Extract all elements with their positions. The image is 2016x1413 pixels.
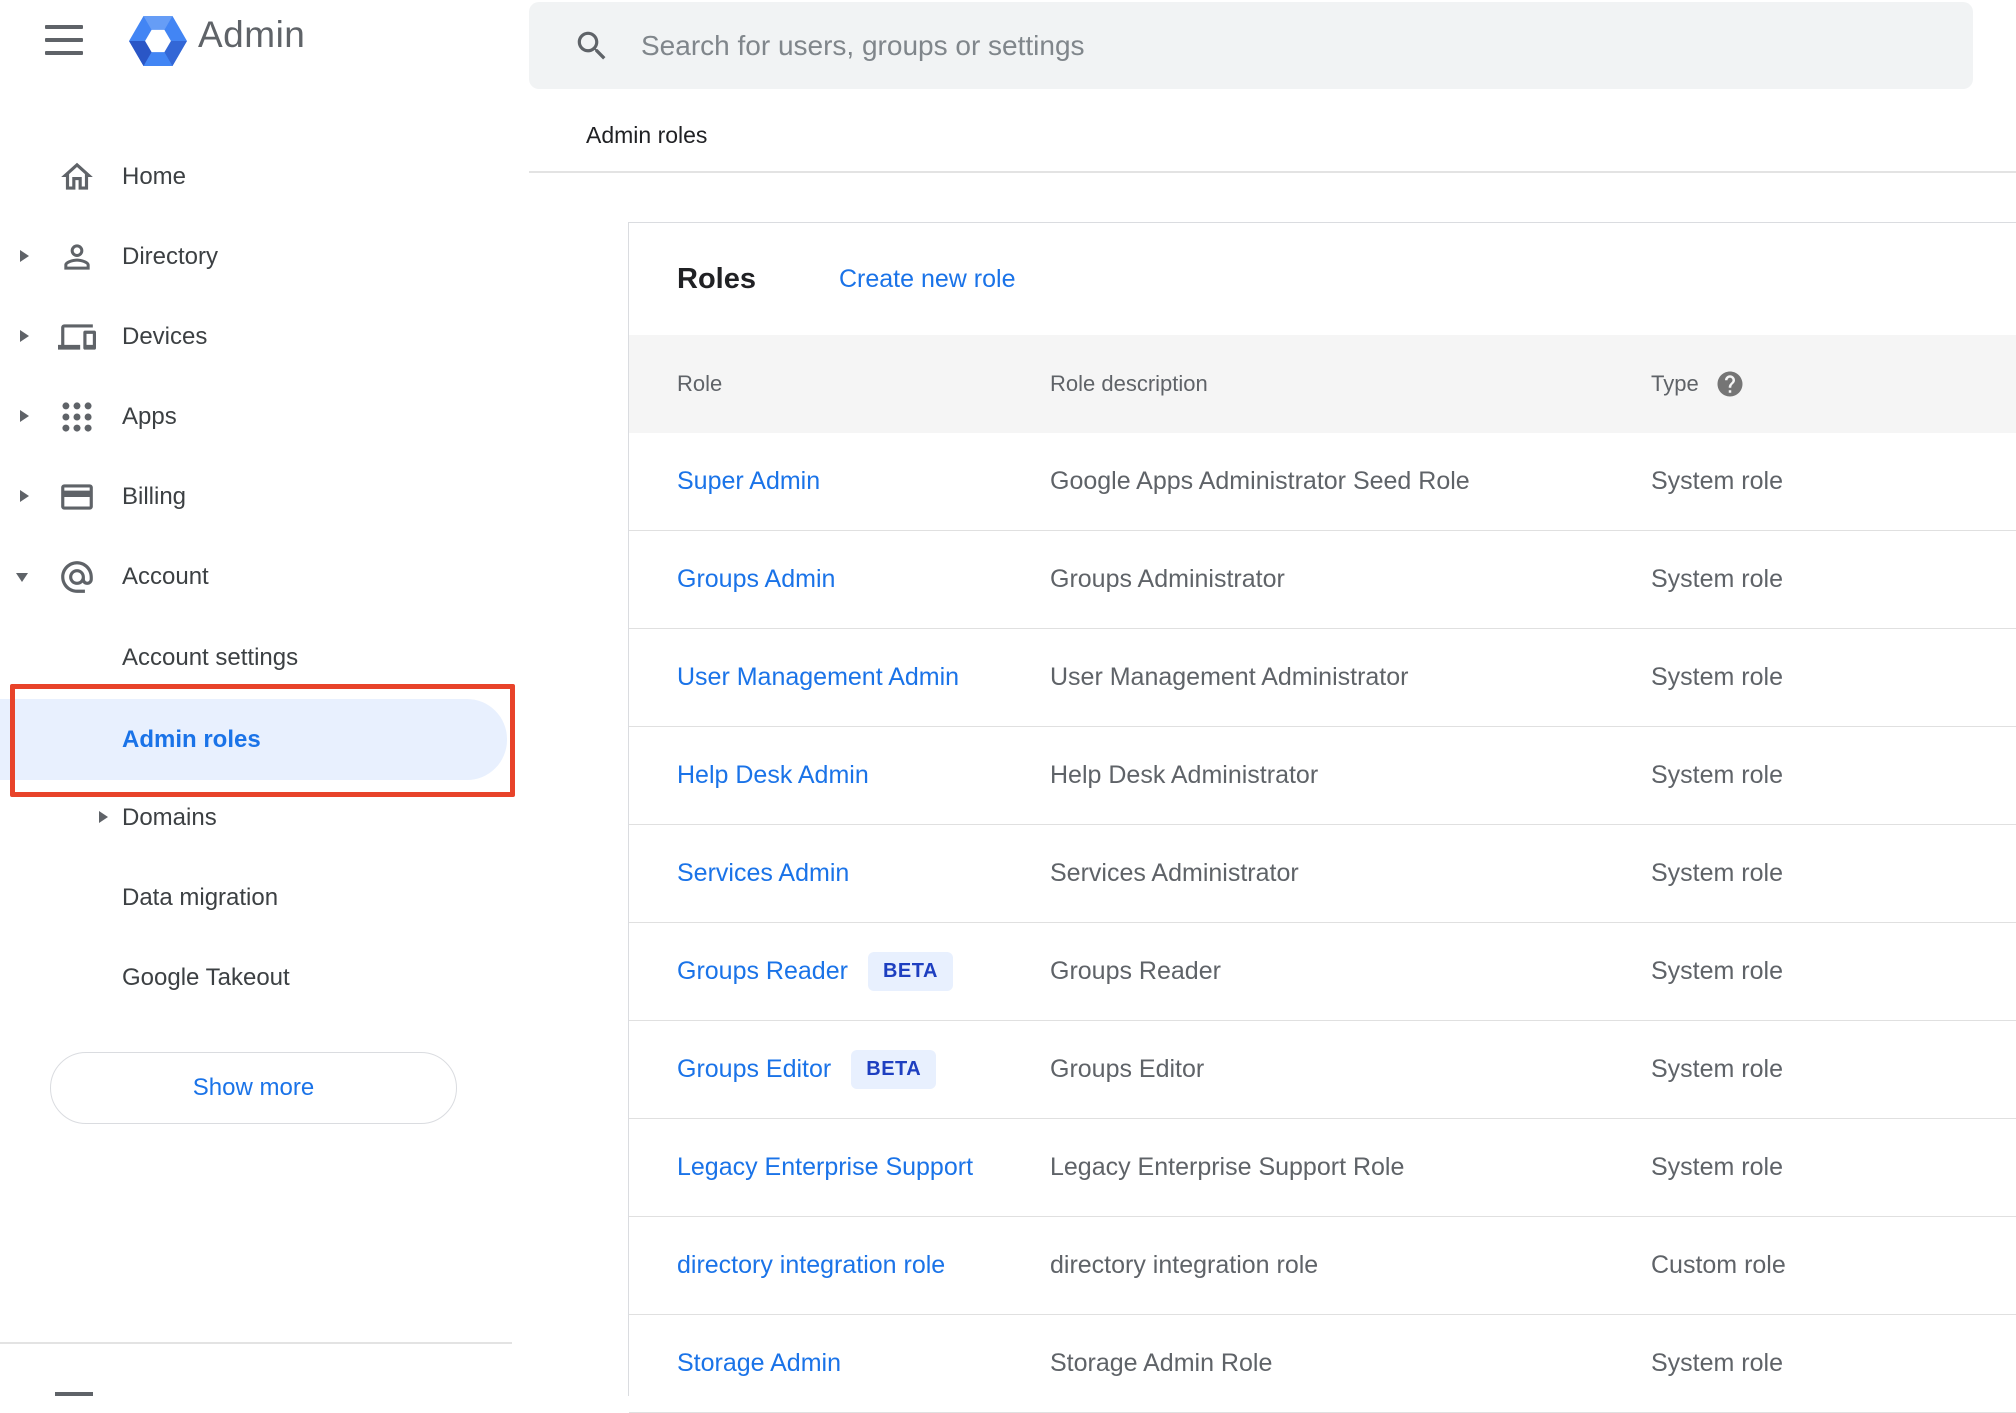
sidebar-divider	[0, 1342, 512, 1344]
sidebar-item-label: Directory	[122, 243, 219, 270]
search-input[interactable]	[641, 2, 1941, 89]
role-link[interactable]: Storage Admin	[677, 1349, 841, 1378]
cutoff-nav-icon	[55, 1392, 93, 1396]
admin-logo-icon	[129, 15, 187, 67]
role-description: Services Administrator	[1050, 859, 1299, 887]
role-link[interactable]: Groups Admin	[677, 565, 835, 594]
sidebar-item-label: Home	[122, 163, 187, 190]
create-new-role-link[interactable]: Create new role	[839, 223, 1015, 335]
sidebar-item-domains[interactable]: Domains	[0, 778, 512, 858]
column-header-role: Role	[677, 371, 723, 396]
sidebar-item-data-migration[interactable]: Data migration	[0, 858, 512, 938]
role-type: System role	[1651, 565, 1783, 593]
role-description: Groups Administrator	[1050, 565, 1285, 593]
sidebar-item-label: Admin roles	[122, 726, 261, 753]
sidebar-item-google-takeout[interactable]: Google Takeout	[0, 938, 512, 1018]
breadcrumb-divider	[529, 171, 2016, 173]
chevron-right-icon[interactable]	[20, 330, 29, 342]
sidebar-item-home[interactable]: Home	[0, 137, 512, 217]
role-type: System role	[1651, 467, 1783, 495]
chevron-right-icon[interactable]	[20, 410, 29, 422]
devices-icon	[58, 324, 96, 350]
sidebar-item-label: Account	[122, 563, 209, 590]
table-row: Groups Editor BETA Groups Editor System …	[629, 1021, 2016, 1119]
breadcrumb: Admin roles	[586, 122, 708, 148]
sidebar-item-account[interactable]: Account	[0, 537, 512, 617]
sidebar-item-apps[interactable]: Apps	[0, 377, 512, 457]
role-description: Legacy Enterprise Support Role	[1050, 1153, 1405, 1181]
chevron-right-icon[interactable]	[20, 250, 29, 262]
column-header-type: Type	[1651, 371, 1699, 396]
role-description: directory integration role	[1050, 1251, 1319, 1279]
sidebar: Admin Home Directory Devices Apps Billin…	[0, 0, 515, 1396]
roles-card-header: Roles Create new role	[629, 223, 2016, 335]
sidebar-item-account-settings[interactable]: Account settings	[0, 618, 512, 698]
table-header-row: Role Role description Type	[629, 335, 2016, 433]
role-description: Google Apps Administrator Seed Role	[1050, 467, 1470, 495]
apps-grid-icon	[62, 402, 92, 432]
role-type: Custom role	[1651, 1251, 1786, 1279]
table-row: Groups Reader BETA Groups Reader System …	[629, 923, 2016, 1021]
role-description: Help Desk Administrator	[1050, 761, 1319, 789]
table-row: Help Desk Admin Help Desk Administrator …	[629, 727, 2016, 825]
role-type: System role	[1651, 663, 1783, 691]
sidebar-item-billing[interactable]: Billing	[0, 457, 512, 537]
role-description: Groups Editor	[1050, 1055, 1205, 1083]
card-title: Roles	[677, 263, 756, 295]
role-type: System role	[1651, 859, 1783, 887]
role-description: User Management Administrator	[1050, 663, 1409, 691]
role-link[interactable]: directory integration role	[677, 1251, 945, 1280]
role-type: System role	[1651, 1153, 1783, 1181]
beta-badge: BETA	[867, 952, 953, 991]
role-link[interactable]: Groups Reader	[677, 957, 848, 986]
at-sign-icon	[61, 561, 93, 593]
role-type: System role	[1651, 1055, 1783, 1083]
menu-icon[interactable]	[45, 22, 83, 58]
role-type: System role	[1651, 1349, 1783, 1377]
help-icon[interactable]	[1715, 369, 1745, 399]
table-row: Super Admin Google Apps Administrator Se…	[629, 433, 2016, 531]
role-link[interactable]: Services Admin	[677, 859, 849, 888]
sidebar-item-devices[interactable]: Devices	[0, 297, 512, 377]
role-link[interactable]: Help Desk Admin	[677, 761, 869, 790]
roles-card: Roles Create new role Role Role descript…	[628, 222, 2016, 1413]
table-row: User Management Admin User Management Ad…	[629, 629, 2016, 727]
role-link[interactable]: Legacy Enterprise Support	[677, 1153, 973, 1182]
app-title: Admin	[198, 14, 306, 55]
sidebar-item-label: Devices	[122, 323, 208, 350]
column-header-role-description: Role description	[1050, 371, 1208, 396]
sidebar-item-label: Account settings	[122, 644, 299, 671]
chevron-right-icon[interactable]	[20, 490, 29, 502]
credit-card-icon	[61, 484, 93, 510]
role-link[interactable]: Super Admin	[677, 467, 820, 496]
table-row: Legacy Enterprise Support Legacy Enterpr…	[629, 1119, 2016, 1217]
sidebar-item-label: Google Takeout	[122, 964, 290, 991]
beta-badge: BETA	[851, 1050, 937, 1089]
table-row: Groups Admin Groups Administrator System…	[629, 531, 2016, 629]
search-bar	[529, 2, 1973, 89]
chevron-down-icon[interactable]	[16, 573, 28, 582]
person-icon	[64, 244, 90, 270]
show-more-button[interactable]: Show more	[50, 1052, 457, 1124]
sidebar-item-admin-roles[interactable]: Admin roles	[0, 699, 507, 780]
table-row: directory integration role directory int…	[629, 1217, 2016, 1315]
sidebar-item-label: Data migration	[122, 884, 279, 911]
sidebar-item-label: Apps	[122, 403, 177, 430]
table-row: Storage Admin Storage Admin Role System …	[629, 1315, 2016, 1413]
search-icon	[577, 31, 606, 60]
table-body: Super Admin Google Apps Administrator Se…	[629, 433, 2016, 1413]
role-description: Storage Admin Role	[1050, 1349, 1273, 1377]
sidebar-item-directory[interactable]: Directory	[0, 217, 512, 297]
sidebar-item-label: Billing	[122, 483, 187, 510]
sidebar-item-label: Domains	[122, 804, 217, 831]
role-link[interactable]: Groups Editor	[677, 1055, 831, 1084]
role-description: Groups Reader	[1050, 957, 1221, 985]
home-icon	[61, 162, 93, 190]
role-link[interactable]: User Management Admin	[677, 663, 959, 692]
role-type: System role	[1651, 957, 1783, 985]
role-type: System role	[1651, 761, 1783, 789]
table-row: Services Admin Services Administrator Sy…	[629, 825, 2016, 923]
chevron-right-icon[interactable]	[99, 811, 108, 823]
